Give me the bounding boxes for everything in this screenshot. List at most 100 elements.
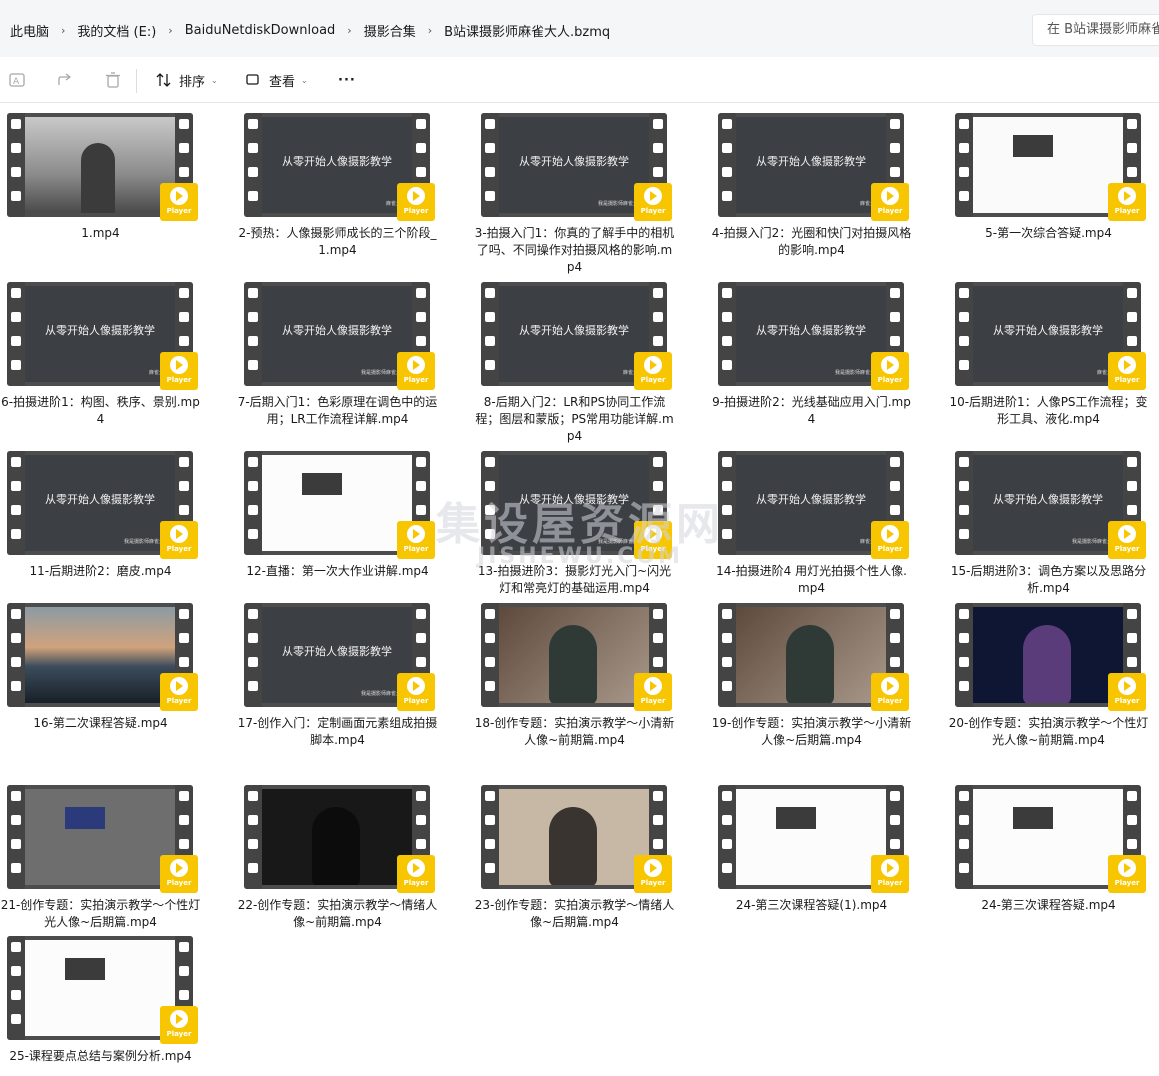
film-hole [485, 791, 495, 801]
film-strip [718, 785, 736, 889]
play-icon [881, 356, 899, 374]
film-hole [485, 681, 495, 691]
breadcrumb-item[interactable]: B站课摄影师麻雀大人.bzmq [434, 21, 620, 40]
trash-icon [106, 72, 120, 88]
breadcrumb-item[interactable]: 摄影合集 [354, 21, 426, 40]
file-name: 13-拍摄进阶3：摄影灯光入门~闪光灯和常亮灯的基础运用.mp4 [477, 564, 672, 595]
film-hole [485, 839, 495, 849]
player-badge: Player [871, 183, 909, 221]
film-hole [890, 791, 900, 801]
player-badge-label: Player [877, 879, 903, 887]
player-badge: Player [397, 855, 435, 893]
film-hole [890, 336, 900, 346]
thumbnail-title: 从零开始人像摄影教学 [756, 324, 866, 337]
player-badge-label: Player [640, 207, 666, 215]
film-strip [955, 785, 973, 889]
film-hole [653, 312, 663, 322]
film-strip [718, 603, 736, 707]
film-hole [722, 609, 732, 619]
film-strip [7, 603, 25, 707]
file-name: 23-创作专题：实拍演示教学～情绪人像~后期篇.mp4 [474, 898, 675, 929]
film-hole [722, 167, 732, 177]
chevron-down-icon: ⌄ [211, 75, 218, 85]
player-badge: Player [871, 855, 909, 893]
film-hole [1127, 336, 1137, 346]
video-frame: 从零开始人像摄影教学 我是摄影师麻雀大人 [499, 117, 649, 213]
video-frame [973, 789, 1123, 885]
film-hole [485, 505, 495, 515]
film-hole [416, 633, 426, 643]
svg-text:A: A [13, 77, 20, 87]
film-hole [248, 815, 258, 825]
file-name: 15-后期进阶3：调色方案以及思路分析.mp4 [950, 564, 1147, 595]
file-name: 18-创作专题：实拍演示教学～小清新人像~前期篇.mp4 [474, 716, 675, 747]
video-frame: 从零开始人像摄影教学 麻雀大人 [25, 286, 175, 382]
play-icon [881, 525, 899, 543]
file-name: 6-拍摄进阶1：构图、秩序、景别.mp4 [1, 395, 200, 426]
player-badge: Player [634, 855, 672, 893]
video-frame: 从零开始人像摄影教学 我是摄影师麻雀大人 [262, 607, 412, 703]
film-hole [653, 481, 663, 491]
film-hole [722, 336, 732, 346]
film-hole [485, 191, 495, 201]
file-name: 16-第二次课程答疑.mp4 [33, 716, 168, 730]
film-strip [481, 113, 499, 217]
film-hole [722, 633, 732, 643]
film-hole [248, 681, 258, 691]
player-badge-label: Player [1114, 545, 1140, 553]
film-strip [955, 282, 973, 386]
film-hole [959, 457, 969, 467]
film-hole [485, 609, 495, 619]
thumbnail-title: 从零开始人像摄影教学 [756, 493, 866, 506]
film-hole [1127, 312, 1137, 322]
file-name: 2-预热：人像摄影师成长的三个阶段_1.mp4 [238, 226, 437, 257]
film-hole [11, 288, 21, 298]
screen-content [1013, 135, 1053, 157]
film-strip [7, 451, 25, 555]
play-icon [644, 356, 662, 374]
player-badge: Player [160, 352, 198, 390]
address-bar-area: ›此电脑›我的文档 (E:)›BaiduNetdiskDownload›摄影合集… [0, 0, 1159, 57]
film-hole [959, 288, 969, 298]
play-icon [170, 187, 188, 205]
search-input[interactable]: 在 B站课摄影师麻雀 [1032, 14, 1159, 46]
chevron-right-icon: › [61, 23, 66, 37]
film-hole [11, 966, 21, 976]
film-hole [179, 312, 189, 322]
film-hole [890, 657, 900, 667]
more-options-button[interactable]: ··· [338, 70, 356, 90]
player-badge-label: Player [877, 545, 903, 553]
film-hole [11, 529, 21, 539]
delete-button[interactable] [104, 70, 122, 90]
player-badge: Player [1108, 352, 1146, 390]
video-frame [973, 607, 1123, 703]
play-icon [407, 859, 425, 877]
breadcrumb-item[interactable]: 我的文档 (E:) [67, 21, 166, 40]
film-hole [890, 481, 900, 491]
play-icon [170, 677, 188, 695]
film-strip [244, 603, 262, 707]
film-hole [485, 336, 495, 346]
file-name: 7-后期入门1：色彩原理在调色中的运用；LR工作流程详解.mp4 [237, 395, 438, 426]
view-button[interactable]: 查看 ⌄ [245, 70, 308, 90]
play-icon [170, 859, 188, 877]
file-name: 5-第一次综合答疑.mp4 [985, 226, 1112, 240]
film-hole [416, 609, 426, 619]
play-icon [1118, 677, 1136, 695]
video-frame [25, 940, 175, 1036]
film-hole [959, 336, 969, 346]
breadcrumb-item[interactable]: BaiduNetdiskDownload [175, 23, 346, 38]
video-frame [25, 117, 175, 213]
sort-button[interactable]: 排序 ⌄ [155, 70, 218, 90]
player-badge-label: Player [403, 545, 429, 553]
film-hole [179, 815, 189, 825]
film-hole [485, 529, 495, 539]
breadcrumb-item[interactable]: 此电脑 [0, 21, 59, 40]
film-hole [416, 815, 426, 825]
film-hole [179, 609, 189, 619]
player-badge: Player [160, 1006, 198, 1044]
film-hole [485, 657, 495, 667]
film-strip [718, 113, 736, 217]
share-button[interactable] [56, 70, 74, 90]
rename-button[interactable]: A [8, 70, 26, 90]
